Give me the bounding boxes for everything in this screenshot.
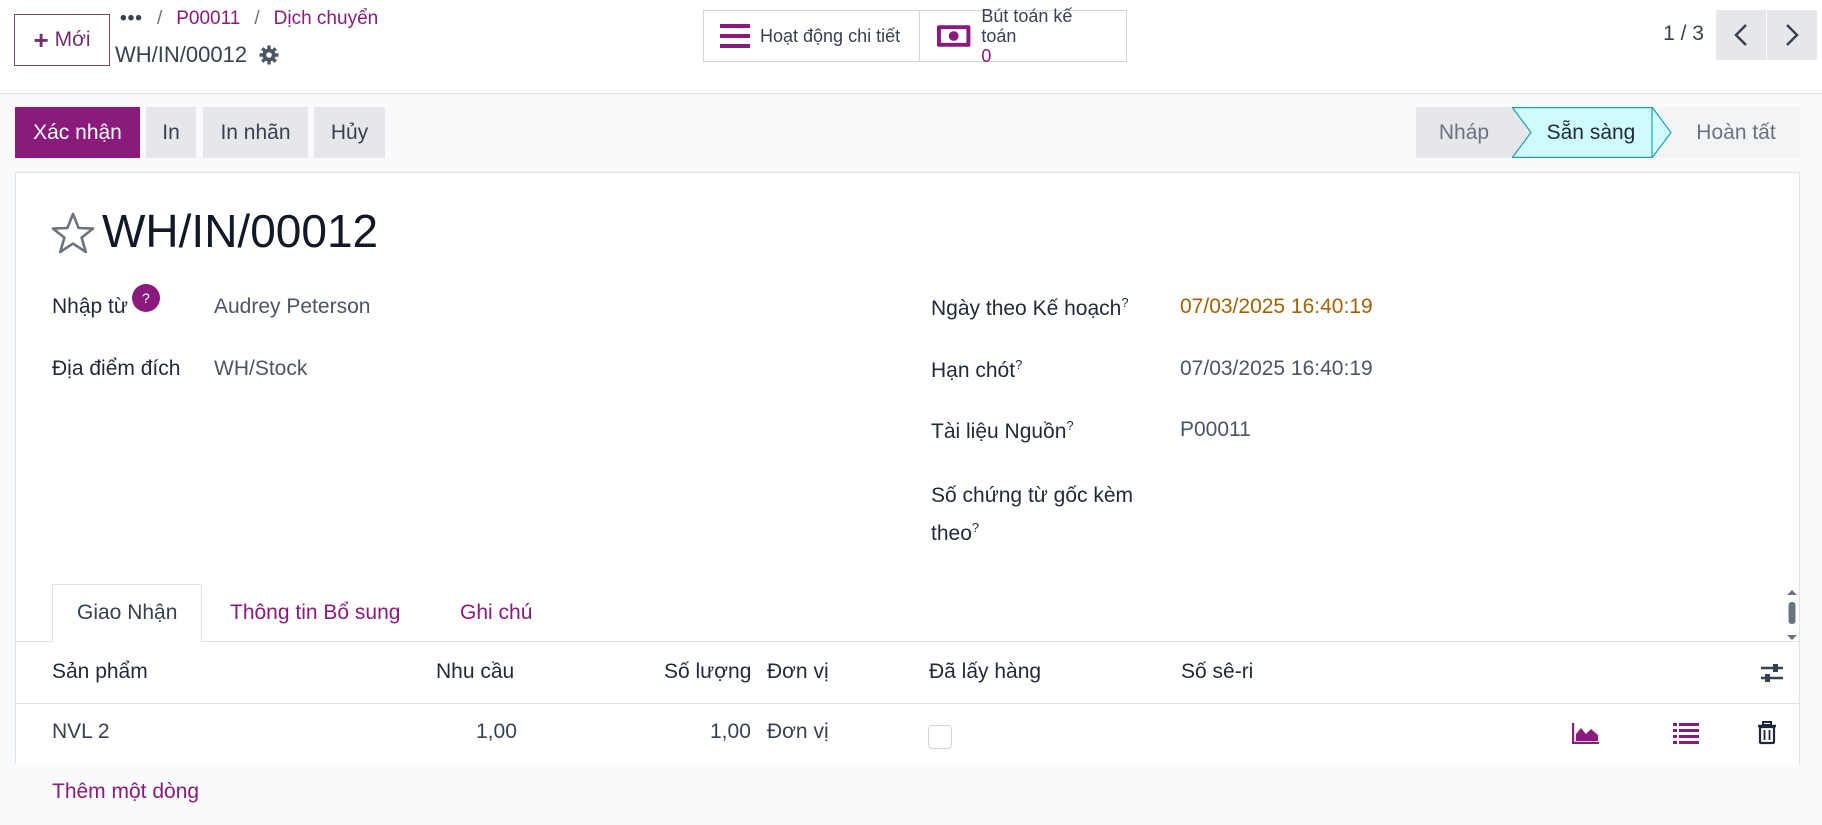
forecast-chart-icon[interactable] [1572,722,1600,744]
source-document-field[interactable]: P00011 [1180,418,1251,442]
gear-icon[interactable] [259,45,279,65]
column-serial[interactable]: Số sê-ri [1181,660,1253,684]
stage-done[interactable]: Hoàn tất [1672,107,1800,158]
add-line-row [15,764,1800,825]
stage-ready: Sẵn sàng [1546,120,1636,144]
header-separator [15,703,1800,704]
breadcrumb-separator: / [156,8,163,29]
print-button[interactable]: In [146,107,196,158]
stage-draft[interactable]: Nháp [1416,107,1512,158]
details-list-icon[interactable] [1673,722,1699,744]
column-product[interactable]: Sản phẩm [52,660,148,684]
pager-previous-button[interactable] [1716,10,1766,60]
money-icon [936,25,971,47]
breadcrumb-item-transfers[interactable]: Dịch chuyển [274,8,379,30]
pager-value[interactable]: 1 / 3 [1663,22,1704,46]
help-icon[interactable]: ? [132,284,160,312]
journal-entries-label: Bút toán kế toán [981,6,1073,46]
scheduled-date-field[interactable]: 07/03/2025 16:40:19 [1180,295,1373,319]
list-icon [720,24,750,48]
print-labels-button[interactable]: In nhãn [203,107,308,158]
row-quantity[interactable]: 1,00 [710,720,751,744]
breadcrumb-item-purchase[interactable]: P00011 [176,8,240,30]
receive-from-label: Nhập từ [52,295,128,318]
picked-checkbox[interactable] [928,725,952,749]
scrollbar[interactable] [1786,590,1798,640]
record-name-label: WH/IN/00012 [115,42,248,67]
row-uom[interactable]: Đơn vị [767,720,829,744]
tab-operations[interactable]: Giao Nhận [52,584,203,642]
receive-from-field[interactable]: Audrey Peterson [214,295,370,319]
plus-icon: + [33,25,49,55]
pager-next-button[interactable] [1767,10,1817,60]
tab-note[interactable]: Ghi chú [436,584,556,642]
trash-icon[interactable] [1757,721,1777,745]
destination-label: Địa điểm đích [52,357,181,380]
detailed-operations-label: Hoạt động chi tiết [760,25,901,46]
detailed-operations-button[interactable]: Hoạt động chi tiết [704,11,919,61]
column-demand[interactable]: Nhu cầu [436,660,514,684]
source-document-label: Tài liệu Nguồn? [931,418,1074,443]
deadline-label: Hạn chót? [931,357,1023,382]
breadcrumb: ••• / P00011 / Dịch chuyển [120,8,378,30]
star-icon[interactable] [51,212,95,254]
destination-field[interactable]: WH/Stock [214,357,307,381]
new-button[interactable]: + Mới [14,14,110,66]
deadline-field[interactable]: 07/03/2025 16:40:19 [1180,357,1373,381]
breadcrumb-more-icon[interactable]: ••• [120,8,143,30]
column-uom[interactable]: Đơn vị [767,660,829,684]
record-name: WH/IN/00012 [115,42,279,68]
chevron-left-icon [1734,24,1747,46]
record-title: WH/IN/00012 [102,205,379,257]
row-product[interactable]: NVL 2 [52,720,110,744]
column-quantity[interactable]: Số lượng [664,660,751,684]
new-button-label: Mới [54,28,91,51]
form-sheet [15,172,1800,825]
control-panel: + Mới ••• / P00011 / Dịch chuyển WH/IN/0… [0,0,1822,94]
confirm-button[interactable]: Xác nhận [15,107,140,158]
breadcrumb-separator: / [254,8,260,29]
journal-entries-count: 0 [981,46,992,66]
optional-columns-icon[interactable] [1760,662,1784,684]
column-picked[interactable]: Đã lấy hàng [929,660,1041,684]
chevron-right-icon [1786,24,1799,46]
journal-entries-button[interactable]: Bút toán kế toán 0 [918,6,1126,66]
smart-buttons: Hoạt động chi tiết Bút toán kế toán 0 [703,6,1127,66]
row-demand[interactable]: 1,00 [476,720,517,744]
origin-document-label: Số chứng từ gốc kèm theo? [931,484,1134,545]
cancel-button[interactable]: Hủy [314,107,385,158]
add-line-link[interactable]: Thêm một dòng [52,780,199,804]
tab-additional-info[interactable]: Thông tin Bổ sung [206,584,424,642]
scheduled-date-label: Ngày theo Kế hoạch? [931,295,1129,320]
